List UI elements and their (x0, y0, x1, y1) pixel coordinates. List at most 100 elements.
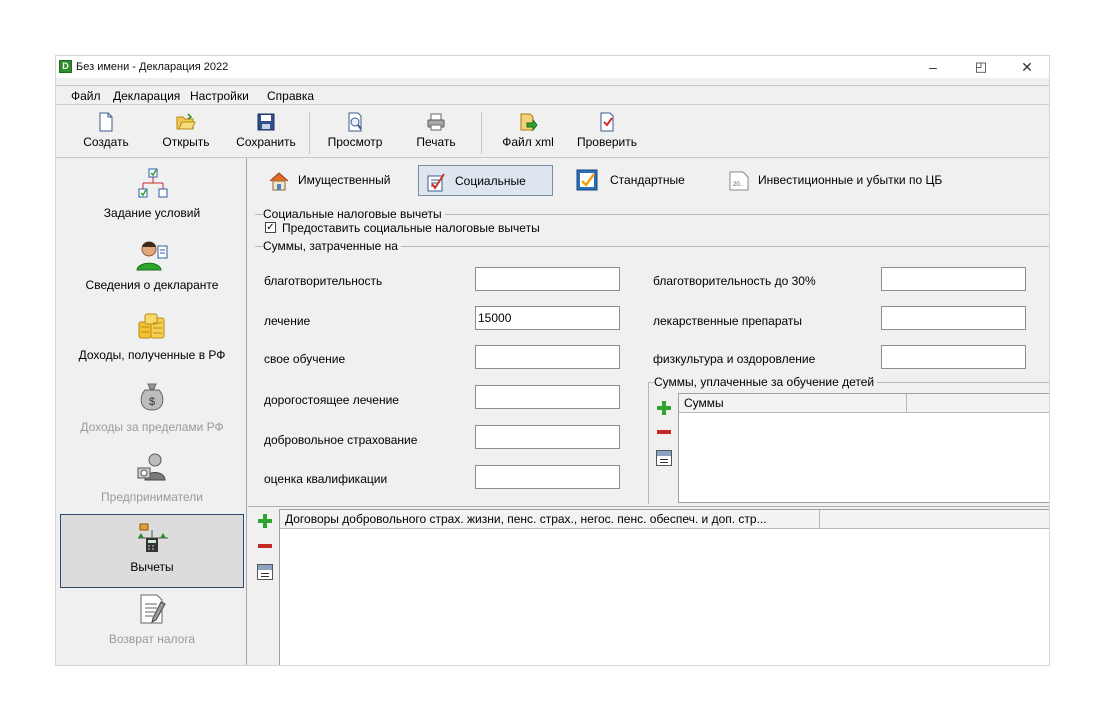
insurance-contracts-table[interactable]: Договоры добровольного страх. жизни, пен… (279, 509, 1049, 665)
create-button[interactable]: Создать (76, 112, 136, 156)
menu-file[interactable]: Файл (71, 89, 101, 103)
edit-child-amount-button[interactable] (656, 450, 672, 466)
sidebar: Задание условий Сведения о декларанте До… (56, 158, 247, 665)
sidebar-item-label: Возврат налога (108, 632, 196, 646)
divider (248, 506, 1049, 507)
qualification-assessment-input[interactable] (475, 465, 620, 489)
field-label: дорогостоящее лечение (264, 393, 399, 407)
sidebar-item-label: Задание условий (103, 206, 201, 220)
preview-button[interactable]: Просмотр (323, 112, 387, 156)
close-button[interactable]: ✕ (1005, 56, 1049, 78)
children-education-title: Суммы, уплаченные за обучение детей (654, 375, 878, 389)
social-group-title: Социальные налоговые вычеты (263, 207, 445, 221)
remove-child-amount-button[interactable] (656, 424, 672, 440)
children-amounts-table[interactable]: Суммы (678, 393, 1049, 503)
open-label: Открыть (162, 135, 210, 149)
scales-calculator-icon (135, 520, 169, 554)
toolbar-separator (481, 112, 482, 154)
tab-property[interactable]: Имущественный (262, 165, 410, 196)
calendar-icon: 20.. (728, 170, 750, 192)
menu-help[interactable]: Справка (267, 89, 314, 103)
preview-icon (345, 112, 365, 132)
checklist-icon (425, 171, 447, 193)
sidebar-item-income-rf[interactable]: Доходы, полученные в РФ (60, 308, 244, 378)
menu-bar: Файл Декларация Настройки Справка (56, 85, 1049, 105)
tree-icon (135, 166, 169, 200)
toolbar: Создать Открыть Сохранить Просмотр Печат… (56, 108, 1049, 158)
window-title: Без имени - Декларация 2022 (76, 61, 229, 73)
field-label: свое обучение (264, 352, 346, 366)
tab-investment[interactable]: 20.. Инвестиционные и убытки по ЦБ (722, 165, 982, 196)
print-button[interactable]: Печать (411, 112, 461, 156)
column-header-amounts[interactable]: Суммы (679, 394, 907, 413)
xml-file-label: Файл xml (502, 135, 554, 149)
calendar-icon-text: 20.. (733, 182, 743, 188)
tab-standard[interactable]: Стандартные (568, 165, 710, 196)
minimize-button[interactable]: – (911, 56, 955, 78)
sidebar-item-entrepreneurs[interactable]: Предприниматели (60, 450, 244, 520)
check-document-icon (597, 112, 617, 132)
menu-settings[interactable]: Настройки (190, 89, 249, 103)
restore-button[interactable]: ◰ (959, 56, 1003, 78)
add-contract-button[interactable] (257, 513, 273, 529)
charity-input[interactable] (475, 267, 620, 291)
sidebar-item-tax-refund[interactable]: Возврат налога (60, 592, 244, 662)
sidebar-item-label: Доходы, полученные в РФ (78, 348, 226, 362)
check-button[interactable]: Проверить (574, 112, 640, 156)
preview-label: Просмотр (327, 135, 383, 149)
provide-deductions-checkbox[interactable]: ✓ (265, 222, 276, 233)
sidebar-item-declarant[interactable]: Сведения о декларанте (60, 238, 244, 308)
edit-contract-button[interactable] (257, 564, 273, 580)
field-label: оценка квалификации (264, 472, 388, 486)
field-label: добровольное страхование (264, 433, 418, 447)
field-label: благотворительность (264, 274, 383, 288)
coins-icon (135, 308, 169, 342)
app-logo-icon: D (59, 60, 72, 73)
field-label: лекарственные препараты (653, 314, 803, 328)
tab-social[interactable]: Социальные (418, 165, 553, 196)
field-label: благотворительность до 30% (653, 274, 816, 288)
sidebar-item-label: Предприниматели (101, 490, 203, 504)
remove-contract-button[interactable] (257, 538, 273, 554)
print-label: Печать (416, 135, 456, 149)
export-xml-icon (518, 112, 538, 132)
main-window: D Без имени - Декларация 2022 – ◰ ✕ Файл… (55, 55, 1050, 666)
sidebar-item-conditions[interactable]: Задание условий (60, 166, 244, 236)
xml-file-button[interactable]: Файл xml (496, 112, 560, 156)
column-header-empty (907, 394, 1049, 413)
expensive-treatment-input[interactable] (475, 385, 620, 409)
treatment-input[interactable]: 15000 (475, 306, 620, 330)
add-child-amount-button[interactable] (656, 400, 672, 416)
field-label: физкультура и оздоровление (653, 352, 816, 366)
column-header-contracts[interactable]: Договоры добровольного страх. жизни, пен… (280, 510, 820, 529)
open-button[interactable]: Открыть (154, 112, 218, 156)
person-icon (135, 238, 169, 272)
toolbar-separator (309, 112, 310, 154)
menu-declaration[interactable]: Декларация (113, 89, 180, 103)
sidebar-item-label: Сведения о декларанте (85, 278, 219, 292)
sports-health-input[interactable] (881, 345, 1026, 369)
new-file-icon (96, 112, 116, 132)
sidebar-item-deductions[interactable]: Вычеты (60, 514, 244, 588)
provide-deductions-label: Предоставить социальные налоговые вычеты (282, 221, 540, 235)
sidebar-item-label: Вычеты (130, 560, 174, 574)
floppy-disk-icon (256, 112, 276, 132)
tab-label: Стандартные (610, 173, 685, 187)
tab-label: Имущественный (298, 173, 391, 187)
svg-text:$: $ (149, 396, 155, 408)
field-label: лечение (264, 314, 311, 328)
tab-label: Социальные (455, 174, 526, 188)
document-pen-icon (135, 592, 169, 626)
own-education-input[interactable] (475, 345, 620, 369)
amounts-group-title: Суммы, затраченные на (263, 239, 401, 253)
charity-30-input[interactable] (881, 267, 1026, 291)
medicines-input[interactable] (881, 306, 1026, 330)
sidebar-item-income-abroad[interactable]: $ Доходы за пределами РФ (60, 380, 244, 450)
column-header-empty (820, 510, 1049, 529)
money-bag-icon: $ (135, 380, 169, 414)
title-bar: D Без имени - Декларация 2022 – ◰ ✕ (56, 56, 1049, 78)
create-label: Создать (83, 135, 129, 149)
printer-icon (426, 112, 446, 132)
save-button[interactable]: Сохранить (231, 112, 301, 156)
voluntary-insurance-input[interactable] (475, 425, 620, 449)
